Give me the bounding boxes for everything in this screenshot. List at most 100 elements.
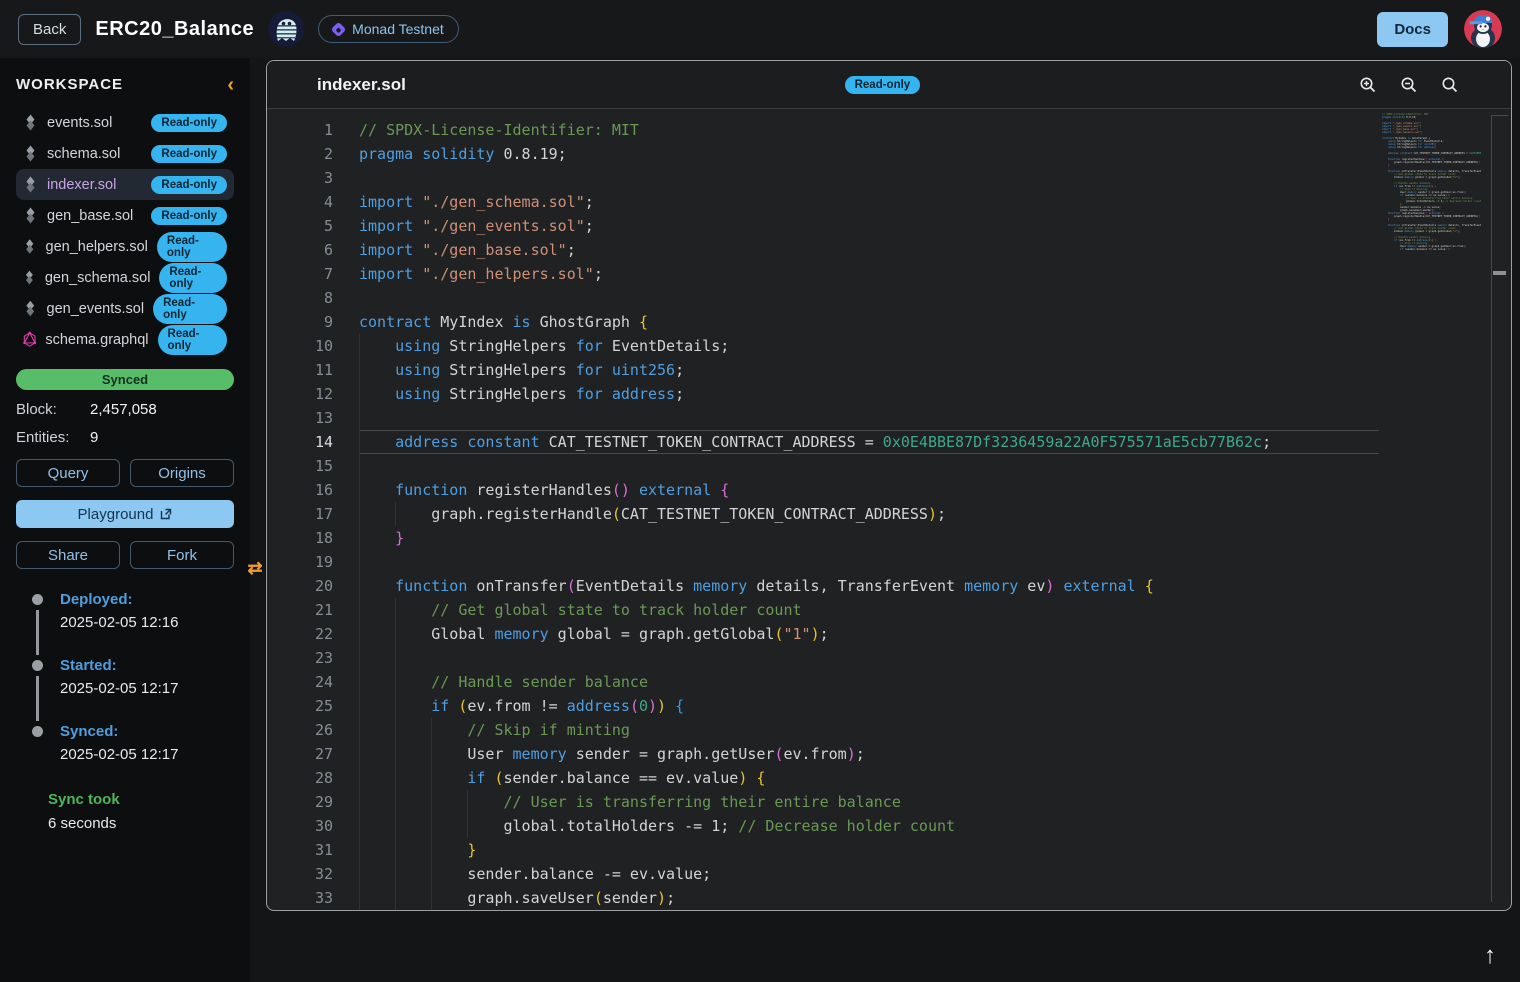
code-line-text: contract MyIndex is GhostGraph { (359, 310, 1379, 334)
indent-guide (431, 790, 432, 814)
indent-guide (359, 598, 360, 622)
panel-resize-handle[interactable]: ⇄ (242, 558, 268, 579)
workspace-heading: WORKSPACE (16, 76, 123, 93)
line-number: 24 (267, 670, 333, 694)
sidebar-item-schema.graphql[interactable]: schema.graphqlRead-only (16, 324, 234, 355)
indent-guide (359, 694, 360, 718)
code-line: 28 if (sender.balance == ev.value) { (267, 766, 1379, 790)
code-line-text: } (359, 526, 1379, 550)
timeline-time: 2025-02-05 12:17 (60, 680, 234, 697)
zoom-in-icon[interactable] (1359, 76, 1377, 94)
code-line-text (359, 406, 1379, 430)
minimap[interactable]: // SPDX-License-Identifier: MITpragma so… (1382, 113, 1481, 250)
block-value: 2,457,058 (90, 401, 157, 418)
search-icon[interactable] (1441, 76, 1459, 94)
indent-guide (359, 430, 360, 454)
code-line: 4import "./gen_schema.sol"; (267, 190, 1379, 214)
block-label: Block: (16, 401, 90, 418)
sidebar-item-schema.sol[interactable]: schema.solRead-only (16, 138, 234, 169)
code-line-text (359, 286, 1379, 310)
indent-guide (359, 646, 360, 670)
indent-guide (359, 670, 360, 694)
file-name: gen_events.sol (47, 301, 145, 317)
open-file-name: indexer.sol (317, 75, 406, 95)
network-name: Monad Testnet (352, 21, 444, 37)
sidebar-item-events.sol[interactable]: events.solRead-only (16, 107, 234, 138)
scrollbar-handle[interactable] (1493, 271, 1506, 275)
playground-label: Playground (78, 506, 154, 523)
file-name: events.sol (47, 115, 112, 131)
code-line: 31 } (267, 838, 1379, 862)
user-avatar[interactable] (1464, 10, 1502, 48)
sidebar-item-gen_schema.sol[interactable]: gen_schema.sol Read-only (16, 262, 234, 293)
indent-guide (395, 622, 396, 646)
fork-button[interactable]: Fork (130, 541, 234, 569)
readonly-badge: Read-only (159, 263, 227, 293)
code-line: 27 User memory sender = graph.getUser(ev… (267, 742, 1379, 766)
line-number: 28 (267, 766, 333, 790)
file-list: events.solRead-onlyschema.solRead-onlyin… (16, 107, 234, 355)
code-line-text (359, 454, 1379, 478)
deploy-timeline: Deployed:2025-02-05 12:16Started:2025-02… (16, 591, 234, 789)
network-badge[interactable]: Monad Testnet (318, 15, 459, 43)
line-number: 19 (267, 550, 333, 574)
code-line: 19 (267, 550, 1379, 574)
readonly-badge: Read-only (151, 145, 227, 163)
code-editor[interactable]: 1// SPDX-License-Identifier: MIT2pragma … (267, 109, 1379, 910)
file-name: gen_helpers.sol (46, 239, 148, 255)
indent-guide (395, 742, 396, 766)
timeline-item: Synced:2025-02-05 12:17 (32, 723, 234, 789)
entities-stat: Entities: 9 (16, 429, 234, 446)
code-line: 5import "./gen_events.sol"; (267, 214, 1379, 238)
code-line: 2pragma solidity 0.8.19; (267, 142, 1379, 166)
sidebar-item-gen_events.sol[interactable]: gen_events.solRead-only (16, 293, 234, 324)
code-line-text: graph.saveUser(sender); (359, 886, 1379, 910)
sidebar-item-indexer.sol[interactable]: indexer.solRead-only (16, 169, 234, 200)
timeline-label: Started: (60, 657, 234, 674)
scroll-to-top-button[interactable]: ↑ (1484, 942, 1496, 970)
zoom-out-icon[interactable] (1400, 76, 1418, 94)
line-number: 22 (267, 622, 333, 646)
origins-button[interactable]: Origins (130, 459, 234, 487)
ghost-logo-icon (268, 11, 304, 47)
sidebar-item-gen_base.sol[interactable]: gen_base.solRead-only (16, 200, 234, 231)
code-line: 25 if (ev.from != address(0)) { (267, 694, 1379, 718)
indent-guide (431, 742, 432, 766)
code-line-text: using StringHelpers for uint256; (359, 358, 1379, 382)
page-title: ERC20_Balance (95, 18, 254, 41)
code-line-text: // User is transferring their entire bal… (359, 790, 1379, 814)
scrollbar-track[interactable] (1491, 115, 1492, 902)
indent-guide (431, 814, 432, 838)
collapse-sidebar-icon[interactable]: ‹ (227, 78, 234, 92)
solidity-file-icon (23, 269, 36, 286)
indent-guide (359, 838, 360, 862)
indent-guide (467, 790, 468, 814)
playground-button[interactable]: Playground (16, 500, 234, 528)
file-name: gen_schema.sol (45, 270, 151, 286)
query-button[interactable]: Query (16, 459, 120, 487)
timeline-dot-icon (32, 660, 43, 671)
line-number: 26 (267, 718, 333, 742)
solidity-file-icon (23, 114, 38, 131)
sidebar-item-gen_helpers.sol[interactable]: gen_helpers.solRead-only (16, 231, 234, 262)
share-button[interactable]: Share (16, 541, 120, 569)
line-number: 11 (267, 358, 333, 382)
main-area: ⇄ indexer.sol Read-only (250, 58, 1520, 982)
code-line: 26 // Skip if minting (267, 718, 1379, 742)
back-button[interactable]: Back (18, 14, 81, 45)
indent-guide (395, 646, 396, 670)
code-line-text: using StringHelpers for EventDetails; (359, 334, 1379, 358)
sync-status-badge[interactable]: Synced (16, 369, 234, 390)
indent-guide (395, 502, 396, 526)
code-line: 21 // Get global state to track holder c… (267, 598, 1379, 622)
timeline-connector (36, 676, 39, 721)
docs-button[interactable]: Docs (1377, 12, 1448, 47)
line-number: 7 (267, 262, 333, 286)
code-line-text: global.totalHolders -= 1; // Decrease ho… (359, 814, 1379, 838)
indent-guide (395, 766, 396, 790)
indent-guide (359, 766, 360, 790)
indent-guide (359, 862, 360, 886)
line-number: 10 (267, 334, 333, 358)
indent-guide (395, 670, 396, 694)
code-line-text: // Skip if minting (359, 718, 1379, 742)
